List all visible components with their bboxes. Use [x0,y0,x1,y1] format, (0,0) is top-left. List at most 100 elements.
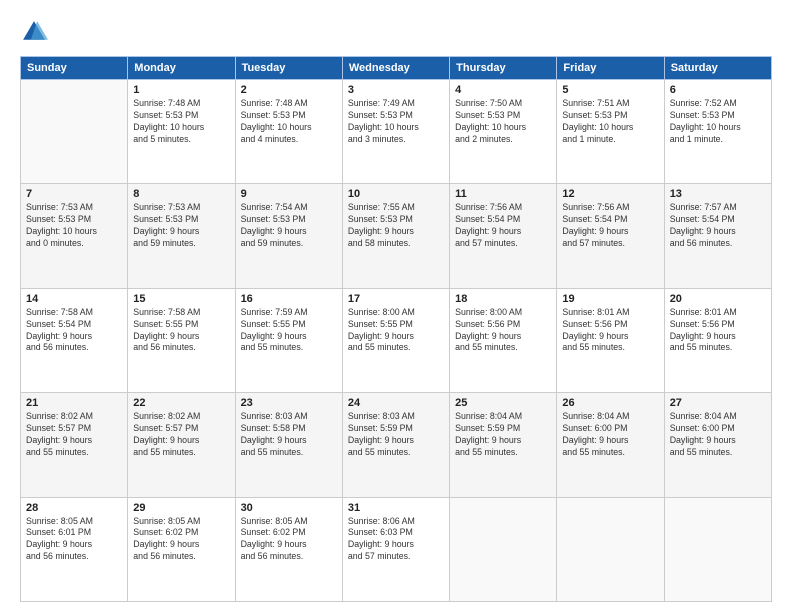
day-number: 5 [562,84,658,96]
day-cell [664,497,771,601]
day-cell: 1Sunrise: 7:48 AMSunset: 5:53 PMDaylight… [128,80,235,184]
day-number: 12 [562,188,658,200]
day-cell: 30 Sunrise: 8:05 AMSunset: 6:02 PMDayligh… [235,497,342,601]
day-number: 23 [241,397,337,409]
day-cell: 10 Sunrise: 7:55 AMSunset: 5:53 PMDayligh… [342,184,449,288]
day-number: 31 [348,502,444,514]
day-number: 18 [455,293,551,305]
day-info: Sunrise: 8:03 AMSunset: 5:58 PMDaylight:… [241,411,337,459]
day-number: 1 [133,84,229,96]
day-info: Sunrise: 8:06 AMSunset: 6:03 PMDaylight:… [348,516,444,564]
week-row-5: 28 Sunrise: 8:05 AMSunset: 6:01 PMDayligh… [21,497,772,601]
day-number: 28 [26,502,122,514]
day-info: Sunrise: 7:58 AMSunset: 5:55 PMDaylight:… [133,307,229,355]
day-cell: 8 Sunrise: 7:53 AMSunset: 5:53 PMDaylight… [128,184,235,288]
day-cell [21,80,128,184]
weekday-header-tuesday: Tuesday [235,57,342,80]
page: SundayMondayTuesdayWednesdayThursdayFrid… [0,0,792,612]
day-cell [557,497,664,601]
day-info: Sunrise: 7:57 AMSunset: 5:54 PMDaylight:… [670,202,766,250]
week-row-2: 7 Sunrise: 7:53 AMSunset: 5:53 PMDaylight… [21,184,772,288]
day-info: Sunrise: 8:05 AMSunset: 6:02 PMDaylight:… [241,516,337,564]
day-info: Sunrise: 8:02 AMSunset: 5:57 PMDaylight:… [133,411,229,459]
day-info: Sunrise: 8:04 AMSunset: 6:00 PMDaylight:… [562,411,658,459]
day-cell: 15Sunrise: 7:58 AMSunset: 5:55 PMDayligh… [128,288,235,392]
day-number: 7 [26,188,122,200]
week-row-1: 1 Sunrise: 7:48 AMSunset: 5:53 PMDaylight… [21,80,772,184]
day-info: Sunrise: 7:56 AMSunset: 5:54 PMDaylight:… [562,202,658,250]
day-info: Sunrise: 8:00 AMSunset: 5:55 PMDaylight:… [348,307,444,355]
day-cell: 17Sunrise: 8:00 AMSunset: 5:55 PMDayligh… [342,288,449,392]
day-number: 11 [455,188,551,200]
day-info: Sunrise: 7:51 AMSunset: 5:53 PMDaylight:… [562,98,658,146]
day-cell: 2 Sunrise: 7:48 AMSunset: 5:53 PMDaylight… [235,80,342,184]
week-row-3: 14 Sunrise: 7:58 AMSunset: 5:54 PMDayligh… [21,288,772,392]
day-cell: 31 Sunrise: 8:06 AMSunset: 6:03 PMDayligh… [342,497,449,601]
weekday-header-friday: Friday [557,57,664,80]
day-info: Sunrise: 8:05 AMSunset: 6:02 PMDaylight:… [133,516,229,564]
day-cell: 29 Sunrise: 8:05 AMSunset: 6:02 PMDayligh… [128,497,235,601]
day-cell: 27 Sunrise: 8:04 AMSunset: 6:00 PMDayligh… [664,393,771,497]
day-number: 6 [670,84,766,96]
day-cell: 19 Sunrise: 8:01 AMSunset: 5:56 PMDayligh… [557,288,664,392]
day-cell: 12 Sunrise: 7:56 AMSunset: 5:54 PMDayligh… [557,184,664,288]
day-info: Sunrise: 7:53 AMSunset: 5:53 PMDaylight:… [26,202,122,250]
day-number: 30 [241,502,337,514]
day-cell: 26 Sunrise: 8:04 AMSunset: 6:00 PMDayligh… [557,393,664,497]
day-number: 4 [455,84,551,96]
day-info: Sunrise: 8:01 AMSunset: 5:56 PMDaylight:… [562,307,658,355]
day-info: Sunrise: 8:01 AMSunset: 5:56 PMDaylight:… [670,307,766,355]
day-info: Sunrise: 8:05 AMSunset: 6:01 PMDaylight:… [26,516,122,564]
day-info: Sunrise: 7:54 AMSunset: 5:53 PMDaylight:… [241,202,337,250]
day-number: 19 [562,293,658,305]
day-info: Sunrise: 8:00 AMSunset: 5:56 PMDaylight:… [455,307,551,355]
day-info: Sunrise: 7:48 AMSunset: 5:53 PMDaylight:… [241,98,337,146]
day-number: 14 [26,293,122,305]
day-info: Sunrise: 7:59 AMSunset: 5:55 PMDaylight:… [241,307,337,355]
day-info: Sunrise: 7:55 AMSunset: 5:53 PMDaylight:… [348,202,444,250]
day-info: Sunrise: 7:53 AMSunset: 5:53 PMDaylight:… [133,202,229,250]
day-number: 21 [26,397,122,409]
logo-icon [20,18,48,46]
day-cell: 14 Sunrise: 7:58 AMSunset: 5:54 PMDayligh… [21,288,128,392]
day-number: 9 [241,188,337,200]
day-cell: 9 Sunrise: 7:54 AMSunset: 5:53 PMDaylight… [235,184,342,288]
day-info: Sunrise: 7:58 AMSunset: 5:54 PMDaylight:… [26,307,122,355]
weekday-header-sunday: Sunday [21,57,128,80]
day-number: 24 [348,397,444,409]
day-info: Sunrise: 8:03 AMSunset: 5:59 PMDaylight:… [348,411,444,459]
day-number: 13 [670,188,766,200]
day-cell: 21 Sunrise: 8:02 AMSunset: 5:57 PMDayligh… [21,393,128,497]
day-cell: 4 Sunrise: 7:50 AMSunset: 5:53 PMDaylight… [450,80,557,184]
day-cell: 7 Sunrise: 7:53 AMSunset: 5:53 PMDaylight… [21,184,128,288]
header [20,18,772,46]
day-number: 26 [562,397,658,409]
day-number: 22 [133,397,229,409]
day-number: 8 [133,188,229,200]
day-info: Sunrise: 7:49 AMSunset: 5:53 PMDaylight:… [348,98,444,146]
day-number: 25 [455,397,551,409]
day-info: Sunrise: 8:04 AMSunset: 6:00 PMDaylight:… [670,411,766,459]
day-info: Sunrise: 7:50 AMSunset: 5:53 PMDaylight:… [455,98,551,146]
day-number: 2 [241,84,337,96]
weekday-header-monday: Monday [128,57,235,80]
day-number: 10 [348,188,444,200]
day-info: Sunrise: 8:04 AMSunset: 5:59 PMDaylight:… [455,411,551,459]
week-row-4: 21 Sunrise: 8:02 AMSunset: 5:57 PMDayligh… [21,393,772,497]
day-number: 27 [670,397,766,409]
day-cell: 20 Sunrise: 8:01 AMSunset: 5:56 PMDayligh… [664,288,771,392]
day-info: Sunrise: 8:02 AMSunset: 5:57 PMDaylight:… [26,411,122,459]
day-cell: 28 Sunrise: 8:05 AMSunset: 6:01 PMDayligh… [21,497,128,601]
weekday-header-row: SundayMondayTuesdayWednesdayThursdayFrid… [21,57,772,80]
day-info: Sunrise: 7:56 AMSunset: 5:54 PMDaylight:… [455,202,551,250]
day-number: 20 [670,293,766,305]
day-number: 29 [133,502,229,514]
day-cell: 18 Sunrise: 8:00 AMSunset: 5:56 PMDayligh… [450,288,557,392]
day-cell: 25 Sunrise: 8:04 AMSunset: 5:59 PMDayligh… [450,393,557,497]
weekday-header-saturday: Saturday [664,57,771,80]
day-number: 16 [241,293,337,305]
day-cell: 3Sunrise: 7:49 AMSunset: 5:53 PMDaylight… [342,80,449,184]
day-cell: 13 Sunrise: 7:57 AMSunset: 5:54 PMDayligh… [664,184,771,288]
day-cell: 6 Sunrise: 7:52 AMSunset: 5:53 PMDaylight… [664,80,771,184]
day-info: Sunrise: 7:52 AMSunset: 5:53 PMDaylight:… [670,98,766,146]
